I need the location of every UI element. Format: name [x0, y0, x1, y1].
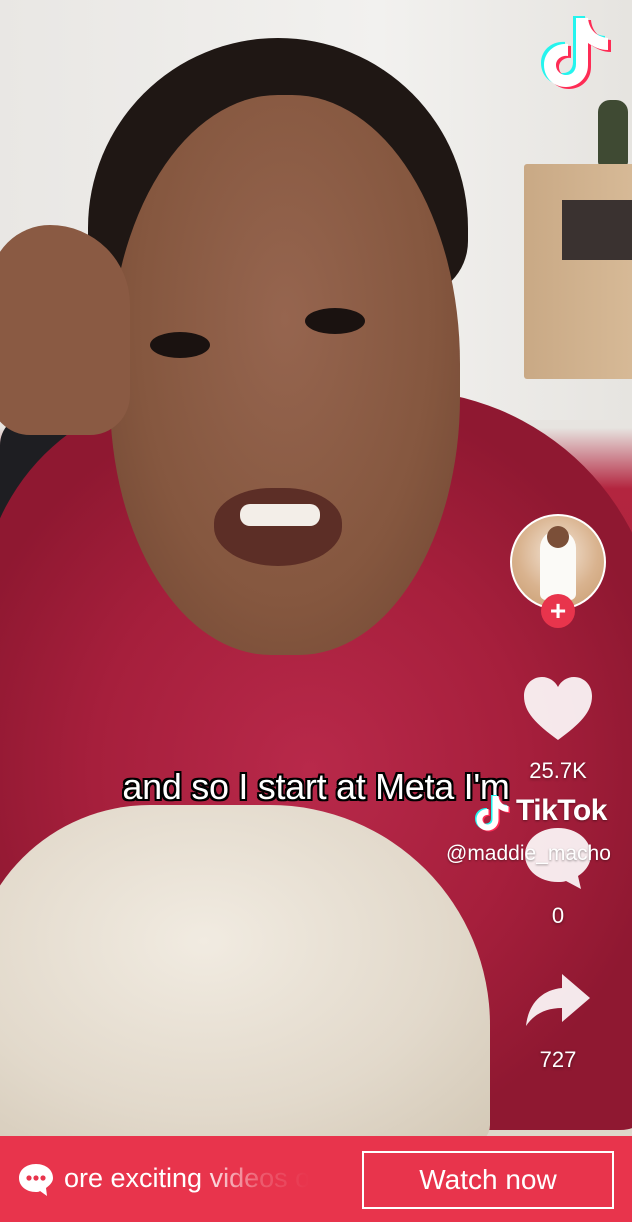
background-shelf	[524, 164, 632, 379]
comment-count: 0	[551, 903, 565, 928]
subject-eye-right	[305, 308, 365, 334]
watch-now-button[interactable]: Watch now	[362, 1151, 614, 1209]
avatar-head	[547, 526, 569, 548]
heart-icon[interactable]	[522, 676, 594, 747]
watermark-brand: TikTok	[516, 794, 607, 827]
chat-bubble-icon	[18, 1162, 54, 1198]
share-icon[interactable]	[524, 972, 592, 1033]
promo-marquee-text: ore exciting videos o	[64, 1163, 311, 1193]
subject-teeth	[240, 504, 320, 526]
subject-arm	[0, 225, 130, 435]
promo-marquee: ore exciting videos o	[62, 1136, 352, 1222]
background-shelf-glass	[562, 200, 632, 260]
watermark-handle: @maddie_macho	[446, 842, 611, 865]
tiktok-logo-icon	[536, 10, 614, 90]
background-plant	[598, 100, 628, 166]
follow-button[interactable]: +	[541, 594, 575, 628]
subject-face	[110, 95, 460, 655]
share-count: 727	[539, 1047, 577, 1072]
video-player[interactable]: + 25.7K 0 727 and so I start at Meta I'm…	[0, 0, 632, 1222]
watermark-logo-icon	[475, 795, 510, 832]
caption-text: and so I start at Meta I'm	[122, 766, 510, 807]
subject-mouth	[214, 488, 342, 566]
subject-eye-left	[150, 332, 210, 358]
